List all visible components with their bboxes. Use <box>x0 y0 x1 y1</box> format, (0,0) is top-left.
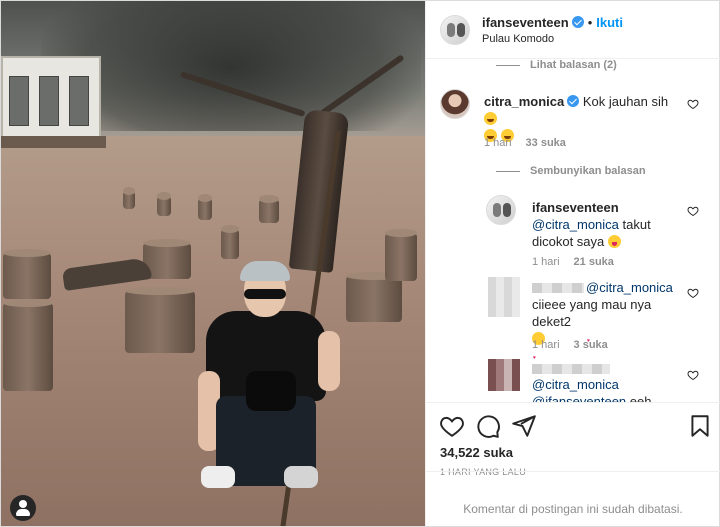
reply-text: eeh <box>629 394 652 402</box>
reply-avatar-blurred[interactable] <box>488 359 520 391</box>
likes-count[interactable]: 34,522 suka <box>440 445 513 460</box>
photo-hut-deck <box>1 136 106 148</box>
photo-stump <box>346 272 402 322</box>
verified-badge-icon <box>571 16 584 28</box>
post-side-panel: ifanseventeen • Ikuti Pulau Komodo Lihat b… <box>425 1 720 526</box>
reply-mention[interactable]: @citra_monica <box>532 217 619 232</box>
follow-button[interactable]: Ikuti <box>596 15 623 30</box>
bookmark-icon[interactable] <box>687 413 713 439</box>
hide-replies-label: Sembunyikan balasan <box>530 165 646 177</box>
photo-hut-window <box>39 76 59 126</box>
author-avatar[interactable] <box>440 15 470 45</box>
comment-likes[interactable]: 33 suka <box>526 137 566 149</box>
reply-username-blurred[interactable] <box>532 364 610 374</box>
hide-replies-button[interactable]: Sembunyikan balasan <box>496 165 646 177</box>
divider-dash <box>496 170 520 172</box>
reply-likes[interactable]: 3 suka <box>574 339 608 351</box>
reply-mention[interactable]: @citra_monica <box>532 377 619 392</box>
reply-body: @citra_monica @ifanseventeen eeh <box>532 376 682 402</box>
photo-stump <box>125 287 195 353</box>
reply-likes[interactable]: 21 suka <box>574 256 614 268</box>
photo-stump <box>259 195 279 223</box>
divider-dash <box>496 64 520 66</box>
reply-body: ifanseventeen @citra_monica takut dicoko… <box>532 199 682 250</box>
photo-stump <box>123 187 135 209</box>
reply-avatar-blurred[interactable] <box>488 277 520 317</box>
photo-stump <box>385 229 417 281</box>
photo-hut <box>1 56 101 141</box>
photo-person-cap <box>240 261 290 281</box>
reply-like-icon[interactable] <box>687 205 699 217</box>
post-header: ifanseventeen • Ikuti Pulau Komodo <box>426 1 720 59</box>
reply-body: @citra_monica ciieee yang mau nya deket2 <box>532 279 692 367</box>
post-photo[interactable] <box>1 1 425 526</box>
reply-time: 1 hari <box>532 339 560 351</box>
photo-person-sunglasses <box>244 289 286 299</box>
reply-text: ciieee yang mau nya deket2 <box>532 297 652 329</box>
commenter-avatar[interactable] <box>440 89 470 119</box>
comment-meta: 1 hari 33 suka <box>484 137 566 149</box>
comment-footer: Komentar di postingan ini sudah dibatasi… <box>426 471 720 526</box>
photo-person-shoe <box>201 466 235 488</box>
photo-hut-window <box>9 76 29 126</box>
photo-stump <box>221 225 239 259</box>
comment-time: 1 hari <box>484 137 512 149</box>
photo-stump <box>157 192 171 216</box>
tongue-emoji-icon <box>607 235 621 248</box>
photo-person-arm <box>318 331 340 391</box>
reply-mention-2[interactable]: @ifanseventeen <box>532 394 626 402</box>
reply-meta: 1 hari 3 suka <box>532 339 608 351</box>
paper-plane-icon[interactable] <box>511 413 537 439</box>
comments-restricted-notice: Komentar di postingan ini sudah dibatasi… <box>463 502 683 516</box>
author-line: ifanseventeen • Ikuti <box>482 15 623 30</box>
comment-username[interactable]: citra_monica <box>484 94 564 109</box>
reply-meta: 1 hari 21 suka <box>532 256 614 268</box>
photo-person <box>196 261 346 516</box>
comment-icon[interactable] <box>475 413 501 439</box>
comments-list[interactable]: Lihat balasan (2) citra_monica Kok jauha… <box>426 59 720 402</box>
comment-text: Kok jauhan sih <box>582 94 669 109</box>
heart-icon[interactable] <box>439 413 465 439</box>
photo-stump <box>3 249 51 299</box>
reply-username[interactable]: ifanseventeen <box>532 200 619 215</box>
reply-like-icon[interactable] <box>687 287 699 299</box>
reply-time: 1 hari <box>532 256 560 268</box>
photo-person-shoe <box>284 466 318 488</box>
comment-like-icon[interactable] <box>687 98 699 110</box>
post-location[interactable]: Pulau Komodo <box>482 33 554 45</box>
photo-stump <box>3 299 53 391</box>
photo-person-bag <box>246 371 296 411</box>
user-tag-icon[interactable] <box>10 495 36 521</box>
verified-badge-icon <box>567 95 580 107</box>
photo-hut-window <box>69 76 89 126</box>
author-username[interactable]: ifanseventeen <box>482 15 569 30</box>
view-replies-label: Lihat balasan (2) <box>530 59 617 71</box>
laughing-emoji-icon <box>484 112 497 125</box>
view-replies-button[interactable]: Lihat balasan (2) <box>496 59 617 71</box>
reply-mention[interactable]: @citra_monica <box>586 280 673 295</box>
reply-like-icon[interactable] <box>687 369 699 381</box>
separator-dot: • <box>587 15 593 30</box>
reply-avatar[interactable] <box>486 195 516 225</box>
photo-stump <box>198 194 212 220</box>
